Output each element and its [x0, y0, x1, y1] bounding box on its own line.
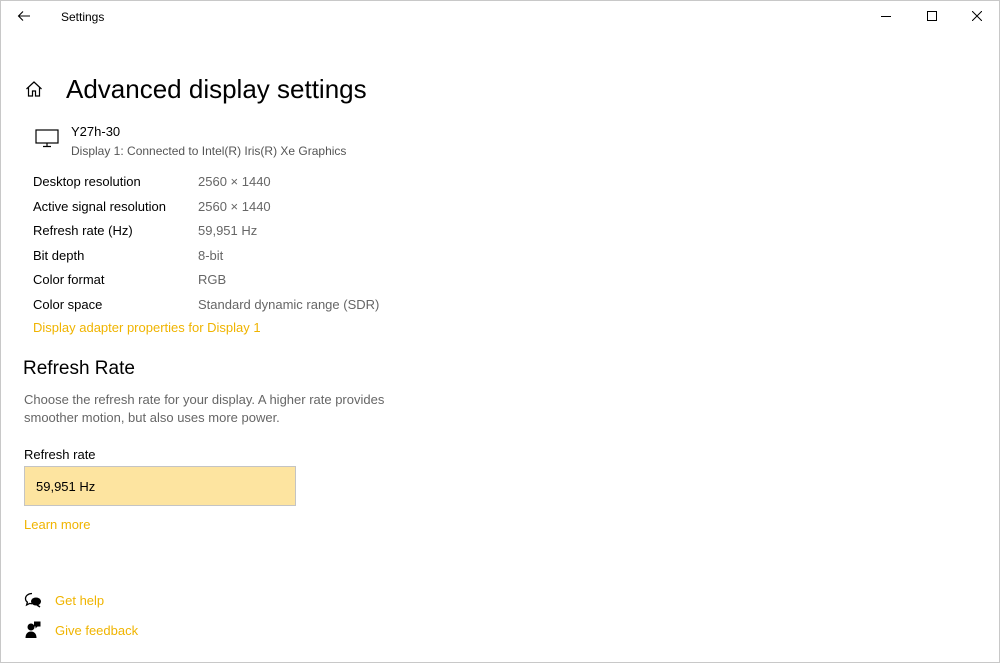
home-button[interactable]	[24, 79, 44, 99]
give-feedback-link[interactable]: Give feedback	[55, 623, 138, 638]
feedback-icon	[24, 621, 42, 639]
maximize-button[interactable]	[909, 0, 955, 32]
window-title: Settings	[61, 10, 105, 24]
info-label: Active signal resolution	[33, 198, 166, 214]
info-label: Refresh rate (Hz)	[33, 223, 133, 238]
display-description: Display 1: Connected to Intel(R) Iris(R)…	[71, 144, 347, 158]
refresh-rate-heading: Refresh Rate	[23, 358, 135, 379]
learn-more-link[interactable]: Learn more	[24, 517, 90, 532]
info-label: Bit depth	[33, 247, 85, 263]
info-label: Color space	[33, 296, 103, 312]
refresh-rate-description: Choose the refresh rate for your display…	[24, 392, 385, 425]
page-title: Advanced display settings	[66, 74, 367, 105]
get-help-row[interactable]: Get help	[24, 591, 104, 609]
give-feedback-row[interactable]: Give feedback	[24, 621, 138, 639]
refresh-rate-selected-value: 59,951 Hz	[36, 479, 96, 494]
title-bar: Settings	[0, 0, 1000, 32]
info-value: RGB	[198, 272, 227, 287]
info-value: Standard dynamic range (SDR)	[198, 296, 380, 312]
refresh-rate-label: Refresh rate	[24, 447, 96, 462]
close-button[interactable]	[954, 0, 1000, 32]
info-value: 2560 × 1440	[198, 198, 271, 214]
info-value: 2560 × 1440	[198, 174, 271, 189]
info-label: Desktop resolution	[33, 174, 141, 189]
home-icon	[26, 81, 42, 98]
display-adapter-properties-link[interactable]: Display adapter properties for Display 1	[33, 320, 261, 335]
minimize-icon	[881, 16, 891, 17]
maximize-icon	[927, 11, 937, 21]
get-help-icon	[24, 591, 42, 609]
display-name: Y27h-30	[71, 124, 121, 139]
info-value: 59,951 Hz	[198, 223, 258, 238]
monitor-icon	[35, 129, 59, 148]
page-header: Advanced display settings	[24, 56, 367, 123]
close-icon	[972, 11, 982, 21]
get-help-link[interactable]: Get help	[55, 593, 104, 608]
back-arrow-icon	[17, 11, 30, 21]
info-value: 8-bit	[198, 247, 224, 263]
info-label: Color format	[33, 272, 105, 287]
refresh-rate-dropdown[interactable]: 59,951 Hz	[24, 466, 296, 506]
back-button[interactable]	[12, 4, 36, 28]
minimize-button[interactable]	[863, 0, 909, 32]
